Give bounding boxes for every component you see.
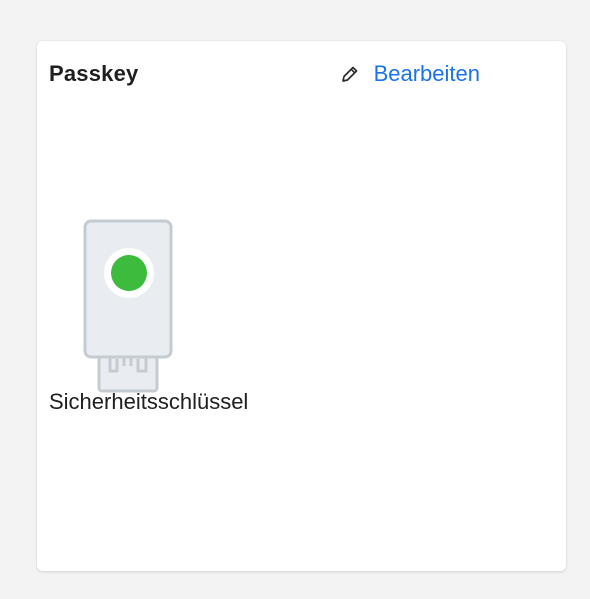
pencil-icon	[340, 64, 360, 84]
edit-button[interactable]: Bearbeiten	[340, 61, 480, 87]
security-key-icon	[83, 219, 175, 395]
card-title: Passkey	[49, 61, 139, 86]
edit-button-label: Bearbeiten	[373, 61, 480, 86]
device-label: Sicherheitsschlüssel	[49, 389, 249, 414]
card-header: Passkey Bearbeiten	[49, 58, 480, 90]
